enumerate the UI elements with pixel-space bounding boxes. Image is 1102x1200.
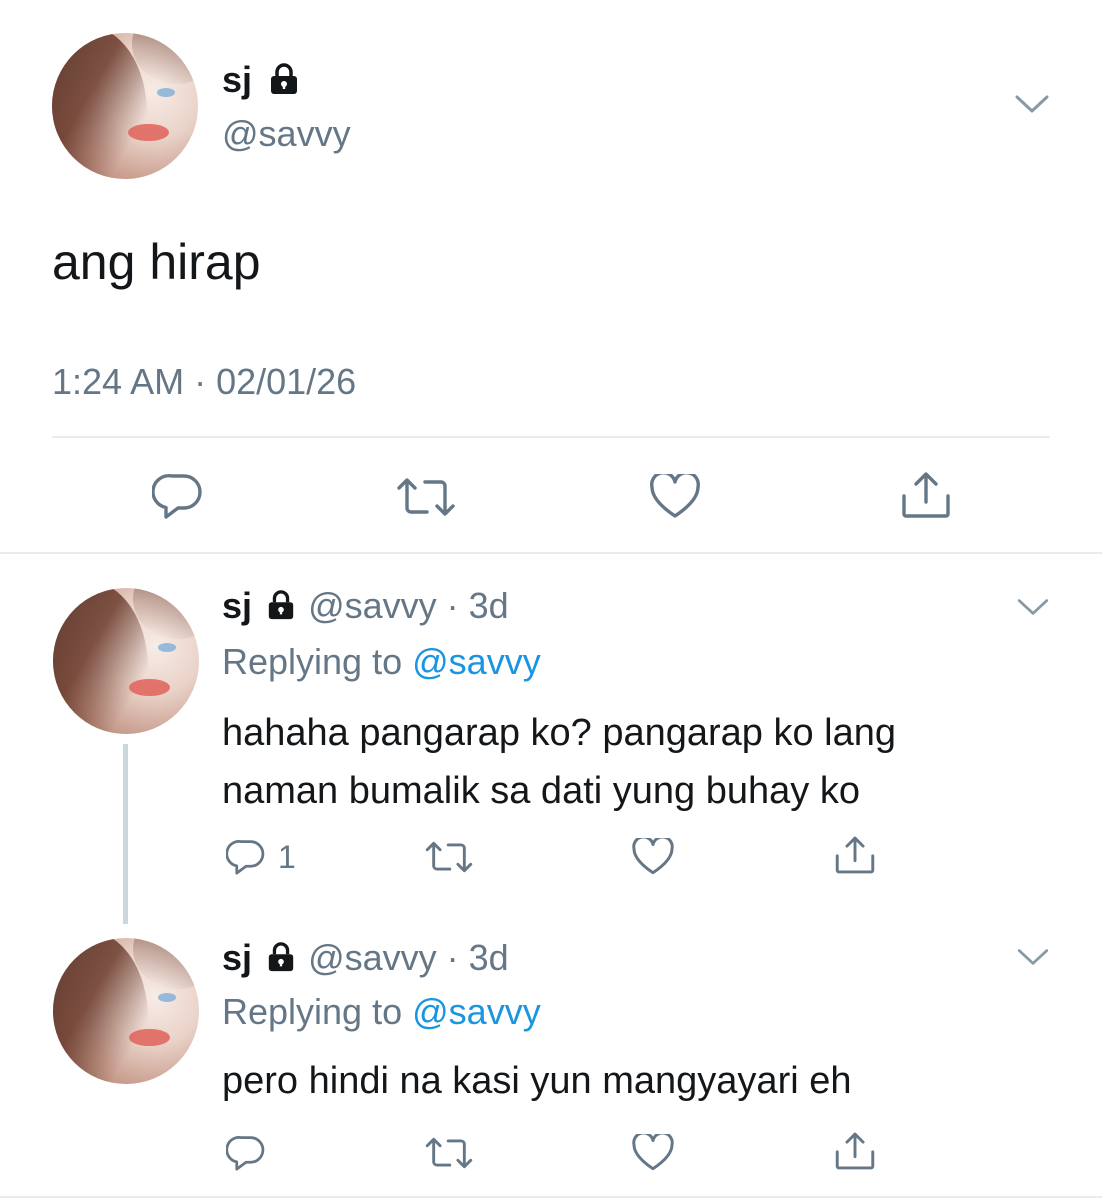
avatar[interactable]	[53, 938, 199, 1084]
lock-icon	[266, 941, 296, 973]
handle[interactable]: @savvy	[308, 585, 437, 626]
section-divider	[0, 552, 1102, 554]
avatar[interactable]	[53, 588, 199, 734]
display-name[interactable]: sj	[222, 59, 252, 100]
chevron-down-icon[interactable]	[1016, 946, 1050, 968]
share-icon[interactable]	[834, 1130, 876, 1172]
retweet-icon[interactable]	[395, 476, 457, 518]
timestamp[interactable]: 1:24 AM · 02/01/26	[52, 360, 356, 404]
like-icon[interactable]	[632, 1134, 674, 1172]
handle[interactable]: @savvy	[308, 937, 437, 978]
tweet-age: · 3d	[446, 585, 509, 626]
display-name[interactable]: sj	[222, 585, 252, 626]
replying-to-label: Replying to	[222, 641, 403, 682]
retweet-icon[interactable]	[424, 840, 474, 874]
replying-to-label: Replying to	[222, 991, 403, 1032]
reply-icon[interactable]	[226, 838, 266, 876]
retweet-icon[interactable]	[424, 1136, 474, 1170]
tweet-age: · 3d	[446, 937, 509, 978]
avatar[interactable]	[52, 33, 198, 179]
lock-icon	[268, 62, 300, 96]
reply-icon[interactable]	[226, 1134, 266, 1172]
chevron-down-icon[interactable]	[1014, 92, 1050, 116]
reply-count: 1	[278, 839, 296, 875]
share-icon[interactable]	[834, 834, 876, 876]
display-name[interactable]: sj	[222, 937, 252, 978]
replying-to-handle[interactable]: @savvy	[412, 991, 541, 1032]
share-icon[interactable]	[900, 470, 952, 520]
like-icon[interactable]	[650, 474, 700, 520]
lock-icon	[266, 589, 296, 621]
tweet-text-line: pero hindi na kasi yun mangyayari eh	[222, 1060, 852, 1102]
like-icon[interactable]	[632, 838, 674, 876]
bottom-divider	[0, 1196, 1102, 1198]
handle[interactable]: @savvy	[222, 112, 351, 156]
reply-icon[interactable]	[152, 472, 204, 520]
thread-line	[123, 744, 128, 924]
tweet-text: ang hirap	[52, 234, 261, 290]
tweet-text-line: naman bumalik sa dati yung buhay ko	[222, 770, 860, 812]
replying-to-handle[interactable]: @savvy	[412, 641, 541, 682]
divider	[52, 436, 1050, 438]
chevron-down-icon[interactable]	[1016, 596, 1050, 618]
tweet-text-line: hahaha pangarap ko? pangarap ko lang	[222, 712, 897, 754]
